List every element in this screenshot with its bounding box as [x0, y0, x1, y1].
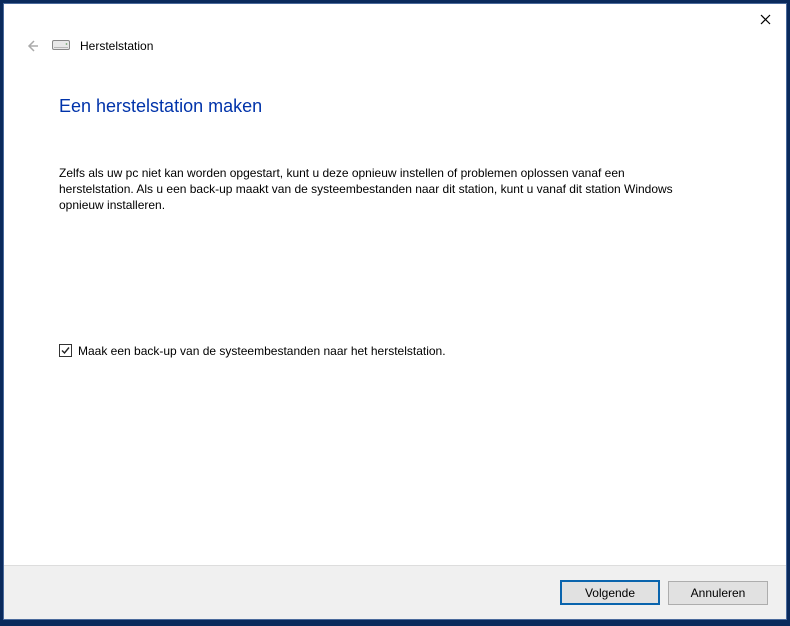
backup-checkbox-row[interactable]: Maak een back-up van de systeembestanden… — [59, 344, 731, 358]
drive-icon — [52, 40, 70, 52]
window-title: Herstelstation — [80, 39, 153, 53]
checkmark-icon — [60, 345, 71, 356]
dialog-window: Herstelstation Een herstelstation maken … — [3, 3, 787, 620]
back-button[interactable] — [22, 36, 42, 56]
page-heading: Een herstelstation maken — [59, 96, 731, 117]
page-description: Zelfs als uw pc niet kan worden opgestar… — [59, 165, 699, 214]
next-button[interactable]: Volgende — [560, 580, 660, 605]
backup-checkbox[interactable] — [59, 344, 72, 357]
close-button[interactable] — [750, 8, 780, 30]
backup-checkbox-label: Maak een back-up van de systeembestanden… — [78, 344, 446, 358]
titlebar — [4, 4, 786, 34]
close-icon — [760, 14, 771, 25]
wizard-header: Herstelstation — [4, 34, 786, 66]
back-arrow-icon — [24, 38, 40, 54]
dialog-footer: Volgende Annuleren — [4, 565, 786, 619]
content-area: Een herstelstation maken Zelfs als uw pc… — [4, 66, 786, 565]
cancel-button[interactable]: Annuleren — [668, 581, 768, 605]
